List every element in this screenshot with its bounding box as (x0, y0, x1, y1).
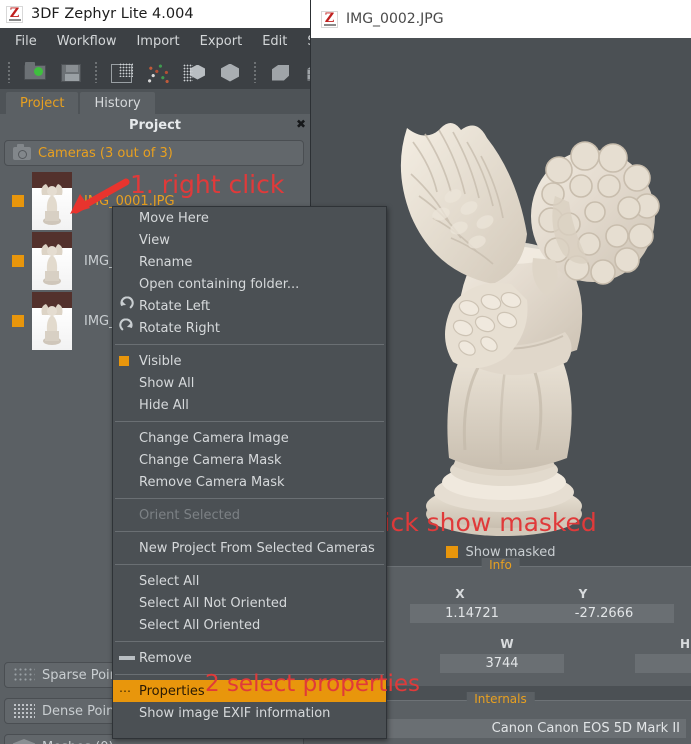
y-field-value[interactable]: -27.2666 (534, 604, 674, 623)
remove-icon (119, 656, 135, 660)
properties-icon: ⋯ (119, 684, 132, 698)
toolbar-separator (250, 59, 261, 85)
sparse-cloud-icon[interactable] (141, 57, 175, 87)
visible-checkbox-icon (119, 356, 129, 366)
x-field-value[interactable]: 1.14721 (410, 604, 534, 623)
statue-thumbnail-art (41, 304, 63, 345)
menu-item-show-all[interactable]: Show All (113, 372, 386, 394)
show-masked-checkbox[interactable] (445, 546, 458, 558)
camera-thumbnail (32, 232, 72, 290)
camera-thumbnail (32, 292, 72, 350)
cameras-group-row[interactable]: Cameras (3 out of 3) (4, 140, 304, 166)
menu-separator (115, 498, 384, 499)
meshes-label: Meshes (0) (42, 740, 114, 744)
menu-item-orient-selected: Orient Selected (139, 507, 241, 523)
camera-model-value[interactable]: Canon Canon EOS 5D Mark II (350, 719, 686, 738)
annotation-arrow-icon (70, 178, 130, 214)
annotation-2-select-properties: 2 select properties (205, 671, 420, 697)
menu-item-hide-all[interactable]: Hide All (113, 394, 386, 416)
menu-item-label: Rotate Left (139, 298, 211, 314)
menu-item-label: Properties (139, 683, 205, 699)
camera-visible-checkbox[interactable] (12, 195, 24, 207)
menu-separator (115, 344, 384, 345)
app-logo-underline (9, 18, 21, 21)
h-field-label: H (679, 637, 691, 651)
statue-thumbnail-art (41, 244, 63, 285)
menu-item-label: Remove (139, 650, 192, 666)
menu-separator (115, 421, 384, 422)
menu-item-select-all-oriented[interactable]: Select All Oriented (113, 614, 386, 636)
menu-item-change-camera-image[interactable]: Change Camera Image (113, 427, 386, 449)
menu-export[interactable]: Export (190, 31, 253, 52)
menu-item-new-project-from-selected-cameras[interactable]: New Project From Selected Cameras (113, 537, 386, 559)
w-field-label: W (500, 637, 514, 651)
app-title: 3DF Zephyr Lite 4.004 (31, 6, 194, 22)
menu-item-change-camera-mask[interactable]: Change Camera Mask (113, 449, 386, 471)
menu-item-visible[interactable]: Visible (113, 350, 386, 372)
mesh-icon (13, 739, 35, 744)
menu-item-view[interactable]: View (113, 229, 386, 251)
toolbar-separator (91, 59, 102, 85)
project-panel-title: Project (128, 117, 182, 133)
menu-file[interactable]: File (5, 31, 47, 52)
project-panel-header: Project ✖ (0, 114, 310, 136)
app-logo-icon: Z (6, 5, 23, 23)
viewer-logo-underline (324, 23, 336, 26)
save-project-icon[interactable] (54, 57, 88, 87)
menu-item-open-containing-folder[interactable]: Open containing folder... (113, 273, 386, 295)
viewer-app-logo-icon: Z (321, 10, 338, 28)
camera-visible-checkbox[interactable] (12, 255, 24, 267)
info-group-title: Info (481, 558, 520, 572)
mesh-icon[interactable] (213, 57, 247, 87)
w-field-value[interactable]: 3744 (440, 654, 564, 673)
cameras-group-label: Cameras (3 out of 3) (38, 145, 173, 161)
menu-edit[interactable]: Edit (252, 31, 297, 52)
open-project-icon[interactable] (18, 57, 52, 87)
statue-image (400, 123, 660, 536)
textured-mesh-icon[interactable] (264, 57, 298, 87)
tab-history[interactable]: History (80, 92, 155, 114)
viewer-title: IMG_0002.JPG (346, 11, 444, 27)
rotate-left-icon (119, 296, 134, 316)
viewer-title-bar: Z IMG_0002.JPG (311, 0, 691, 38)
dense-points-icon (13, 703, 35, 719)
menu-item-move-here[interactable]: Move Here (113, 207, 386, 229)
menu-item-remove[interactable]: Remove (113, 647, 386, 669)
tab-project[interactable]: Project (6, 92, 79, 114)
camera-visible-checkbox[interactable] (12, 315, 24, 327)
rotate-right-icon (119, 318, 134, 338)
sparse-points-icon (13, 667, 35, 683)
h-field-value[interactable]: 561 (635, 654, 691, 673)
menu-item-rotate-right[interactable]: Rotate Right (113, 317, 386, 339)
menu-item-label: Rotate Right (139, 320, 220, 336)
toolbar-separator (4, 59, 15, 85)
camera-icon (13, 143, 31, 160)
menu-separator (115, 641, 384, 642)
y-field-label: Y (578, 587, 588, 601)
menu-item-remove-camera-mask[interactable]: Remove Camera Mask (113, 471, 386, 493)
select-region-icon[interactable] (105, 57, 139, 87)
close-icon[interactable]: ✖ (296, 117, 306, 131)
menu-workflow[interactable]: Workflow (47, 31, 127, 52)
menu-item-rotate-left[interactable]: Rotate Left (113, 295, 386, 317)
menu-import[interactable]: Import (126, 31, 189, 52)
menu-item-rename[interactable]: Rename (113, 251, 386, 273)
menu-separator (115, 564, 384, 565)
menu-item-select-all-not-oriented[interactable]: Select All Not Oriented (113, 592, 386, 614)
internals-group-title: Internals (466, 692, 535, 706)
menu-item-show-image-exif-information[interactable]: Show image EXIF information (113, 702, 386, 724)
menu-item-label: Visible (139, 353, 182, 369)
x-field-label: X (455, 587, 465, 601)
menu-separator (115, 531, 384, 532)
dense-cloud-icon[interactable] (177, 57, 211, 87)
screenshot-root: Z 3DF Zephyr Lite 4.004 File Workflow Im… (0, 0, 691, 744)
menu-item-select-all[interactable]: Select All (113, 570, 386, 592)
annotation-1-right-click: 1. right click (130, 170, 285, 199)
camera-context-menu[interactable]: Move Here View Rename Open containing fo… (112, 206, 387, 739)
